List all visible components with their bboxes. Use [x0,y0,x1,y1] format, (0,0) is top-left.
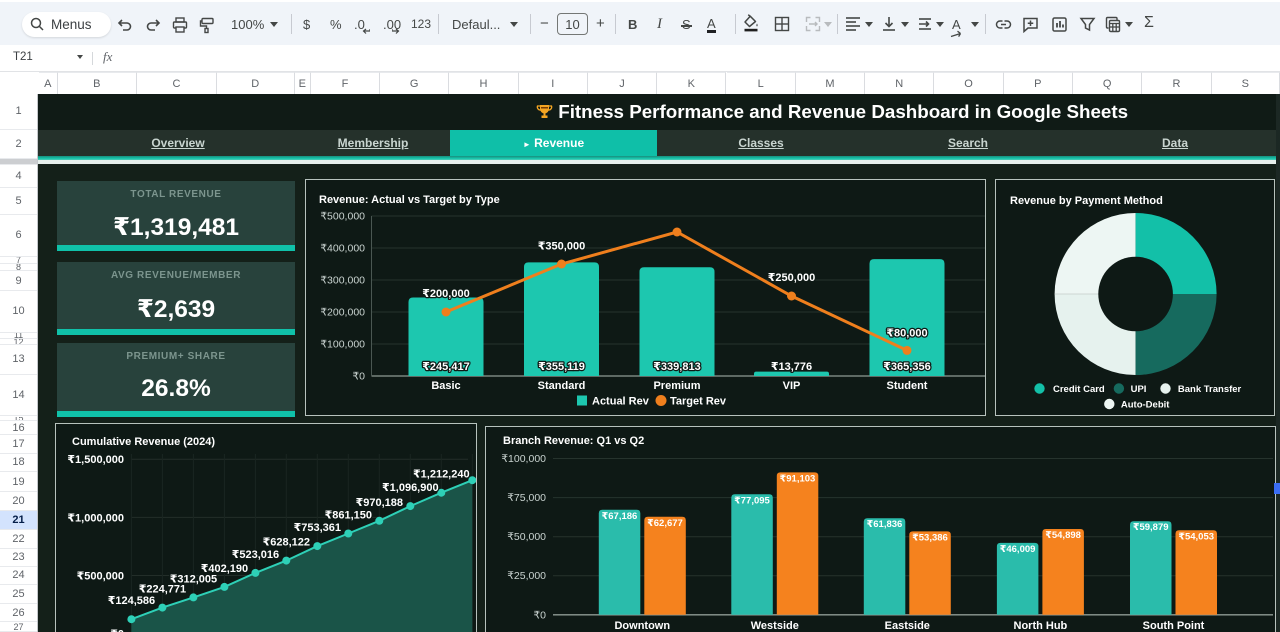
svg-text:₹339,813: ₹339,813 [653,361,700,373]
svg-text:₹200,000: ₹200,000 [422,288,469,300]
svg-text:Branch Revenue: Q1 vs Q2: Branch Revenue: Q1 vs Q2 [503,435,644,447]
svg-text:Credit Card: Credit Card [1053,384,1105,395]
svg-text:Premium: Premium [653,380,700,392]
svg-text:₹0: ₹0 [352,371,365,383]
svg-text:₹25,000: ₹25,000 [507,570,546,582]
svg-text:₹500,000: ₹500,000 [77,571,124,583]
svg-text:North Hub: North Hub [1014,620,1068,632]
svg-text:VIP: VIP [783,380,801,392]
svg-text:₹312,005: ₹312,005 [170,573,217,585]
svg-text:₹400,000: ₹400,000 [320,243,365,255]
svg-text:₹1,000,000: ₹1,000,000 [67,512,124,524]
svg-text:₹1,212,240: ₹1,212,240 [413,469,470,481]
svg-text:Actual Rev: Actual Rev [592,396,650,408]
svg-text:₹200,000: ₹200,000 [320,307,365,319]
svg-text:₹61,836: ₹61,836 [867,519,903,530]
svg-text:₹91,103: ₹91,103 [780,473,816,484]
svg-text:₹245,417: ₹245,417 [422,361,469,373]
svg-text:₹54,898: ₹54,898 [1045,530,1081,541]
svg-text:₹970,188: ₹970,188 [356,497,403,509]
svg-text:₹355,119: ₹355,119 [538,361,585,373]
svg-text:₹46,009: ₹46,009 [1000,544,1036,555]
svg-text:UPI: UPI [1131,384,1147,395]
svg-text:₹1,500,000: ₹1,500,000 [67,454,124,466]
svg-text:₹250,000: ₹250,000 [768,272,815,284]
svg-text:₹0: ₹0 [533,609,546,621]
svg-text:₹59,879: ₹59,879 [1133,522,1169,533]
svg-text:₹861,150: ₹861,150 [325,510,372,522]
svg-text:Standard: Standard [538,380,586,392]
svg-text:Student: Student [887,380,928,392]
svg-text:₹80,000: ₹80,000 [886,328,927,340]
svg-text:Westside: Westside [751,620,799,632]
svg-text:₹628,122: ₹628,122 [263,537,310,549]
svg-text:Cumulative Revenue (2024): Cumulative Revenue (2024) [72,436,215,448]
svg-text:₹500,000: ₹500,000 [320,211,365,223]
svg-text:₹100,000: ₹100,000 [320,339,365,351]
svg-text:₹523,016: ₹523,016 [232,549,279,561]
svg-text:₹54,053: ₹54,053 [1178,531,1214,542]
svg-text:Revenue: Actual vs Target by T: Revenue: Actual vs Target by Type [319,194,500,206]
svg-text:₹753,361: ₹753,361 [294,522,341,534]
svg-text:Bank Transfer: Bank Transfer [1178,384,1242,395]
svg-text:₹67,186: ₹67,186 [602,511,638,522]
svg-text:₹300,000: ₹300,000 [320,275,365,287]
svg-text:₹75,000: ₹75,000 [507,492,546,504]
svg-text:₹402,190: ₹402,190 [201,563,248,575]
svg-text:₹77,095: ₹77,095 [734,495,770,506]
svg-text:Downtown: Downtown [614,620,670,632]
svg-text:₹365,356: ₹365,356 [883,361,930,373]
svg-text:Revenue by Payment Method: Revenue by Payment Method [1010,195,1163,207]
svg-text:₹350,000: ₹350,000 [538,241,585,253]
svg-text:₹50,000: ₹50,000 [507,531,546,543]
svg-text:South Point: South Point [1143,620,1205,632]
svg-text:₹13,776: ₹13,776 [771,361,812,373]
svg-text:₹62,677: ₹62,677 [647,518,683,529]
svg-text:Auto-Debit: Auto-Debit [1121,400,1170,411]
svg-text:Target Rev: Target Rev [670,396,727,408]
svg-text:₹100,000: ₹100,000 [501,453,546,465]
svg-text:₹1,096,900: ₹1,096,900 [382,482,439,494]
svg-text:₹124,586: ₹124,586 [108,595,155,607]
svg-text:Eastside: Eastside [885,620,930,632]
svg-text:Basic: Basic [431,380,460,392]
svg-text:₹53,386: ₹53,386 [912,532,948,543]
